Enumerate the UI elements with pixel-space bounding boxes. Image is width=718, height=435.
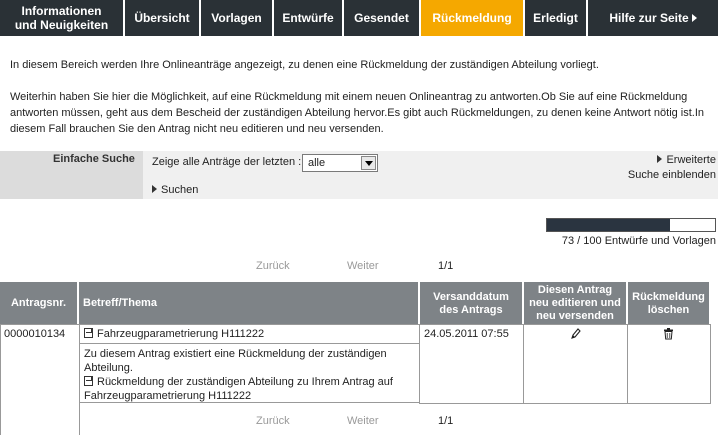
nav-sent-label: Gesendet [354, 11, 409, 25]
nav-feedback[interactable]: Rückmeldung [421, 0, 523, 36]
intro-text-2-line2: antworten müssen, geht aus dem Bescheid … [10, 107, 705, 119]
intro-text-2-line3: diesem Fall brauchen Sie den Antrag nich… [10, 123, 384, 135]
row-nr: 0000010134 [4, 328, 66, 340]
nav-templates[interactable]: Vorlagen [201, 0, 272, 36]
simple-search-panel: Einfache Suche Zeige alle Anträge der le… [0, 151, 718, 199]
trash-icon[interactable] [663, 328, 674, 340]
main-nav: Informationen und Neuigkeiten Übersicht … [0, 0, 718, 36]
col-header-date-line1: Versanddatum [433, 290, 509, 303]
col-header-edit-line2: neu editieren und [529, 297, 621, 309]
pager-back-link-bottom[interactable]: Zurück [256, 415, 290, 427]
pager-back-link[interactable]: Zurück [256, 260, 290, 272]
pager-top: Zurück Weiter 1/1 [0, 260, 718, 274]
row-delete-cell [627, 324, 711, 404]
pager-next-link-bottom[interactable]: Weiter [347, 415, 379, 427]
col-header-date: Versanddatum des Antrags [420, 282, 523, 325]
pager-page-number: 1/1 [438, 260, 454, 272]
search-side-panel: Einfache Suche [0, 151, 143, 199]
row-edit-cell [523, 324, 628, 404]
col-header-edit-line1: Diesen Antrag [537, 284, 613, 296]
nav-info-news[interactable]: Informationen und Neuigkeiten [0, 0, 123, 36]
row-note-line2: Abteilung. [84, 362, 133, 374]
intro-text-1: In diesem Bereich werden Ihre Onlineantr… [10, 59, 599, 71]
col-header-delete-line2: löschen [647, 303, 690, 316]
col-header-edit-line3: neu versenden [536, 310, 614, 322]
search-title: Einfache Suche [53, 153, 135, 165]
quota-progress-bar [546, 218, 716, 232]
col-header-date-line2: des Antrags [439, 303, 503, 316]
chevron-right-icon [691, 14, 697, 22]
advanced-search-label-1: Erweiterte [666, 154, 716, 166]
advanced-search-label-2: Suche einblenden [627, 169, 716, 181]
col-header-delete-line1: Rückmeldung [632, 290, 705, 303]
document-icon [84, 328, 93, 338]
nav-help[interactable]: Hilfe zur Seite [588, 0, 718, 36]
nav-sent[interactable]: Gesendet [344, 0, 419, 36]
nav-done-label: Erledigt [533, 11, 578, 25]
nav-templates-label: Vorlagen [211, 11, 262, 25]
chevron-down-icon[interactable] [361, 156, 376, 170]
period-select-value: alle [308, 157, 326, 169]
pencil-icon[interactable] [570, 328, 581, 340]
pager-page-number-bottom: 1/1 [438, 415, 454, 427]
nav-feedback-label: Rückmeldung [432, 11, 512, 25]
col-header-edit: Diesen Antrag neu editieren und neu vers… [524, 282, 627, 325]
row-note-line1: Zu diesem Antrag existiert eine Rückmeld… [84, 348, 387, 360]
document-icon [84, 376, 93, 386]
row-note-cell: Zu diesem Antrag existiert eine Rückmeld… [79, 343, 420, 403]
intro-text-2-line1: Weiterhin haben Sie hier die Möglichkeit… [10, 91, 688, 103]
nav-overview[interactable]: Übersicht [125, 0, 199, 36]
col-header-nr: Antragsnr. [0, 282, 78, 325]
pager-bottom: Zurück Weiter 1/1 [0, 415, 718, 429]
row-reply-line2[interactable]: Fahrzeugparametrierung H111222 [84, 389, 415, 403]
row-reply-line1[interactable]: Rückmeldung der zuständigen Abteilung zu… [97, 376, 393, 388]
row-subject-cell[interactable]: Fahrzeugparametrierung H111222 [79, 324, 420, 344]
nav-help-label: Hilfe zur Seite [609, 11, 689, 25]
row-date: 24.05.2011 07:55 [424, 328, 509, 340]
nav-done[interactable]: Erledigt [525, 0, 586, 36]
triangle-right-icon [152, 185, 157, 193]
nav-drafts-label: Entwürfe [282, 11, 334, 25]
pager-next-link[interactable]: Weiter [347, 260, 379, 272]
search-period-label: Zeige alle Anträge der letzten : [152, 156, 302, 168]
row-date-cell: 24.05.2011 07:55 [419, 324, 524, 404]
nav-drafts[interactable]: Entwürfe [274, 0, 342, 36]
col-header-subject: Betreff/Thema [79, 282, 419, 325]
search-button-label: Suchen [161, 184, 199, 196]
quota-progress-fill [547, 219, 670, 231]
quota-progress-text: 73 / 100 Entwürfe und Vorlagen [561, 235, 716, 247]
nav-info-news-label: Informationen und Neuigkeiten [14, 4, 109, 32]
period-select[interactable]: alle [302, 154, 378, 172]
nav-overview-label: Übersicht [134, 11, 190, 25]
triangle-right-icon [657, 155, 663, 163]
row-subject[interactable]: Fahrzeugparametrierung H111222 [97, 328, 264, 340]
col-header-delete: Rückmeldung löschen [628, 282, 710, 325]
advanced-search-toggle[interactable]: Erweiterte Suche einblenden [628, 153, 716, 183]
search-button[interactable]: Suchen [152, 184, 198, 196]
